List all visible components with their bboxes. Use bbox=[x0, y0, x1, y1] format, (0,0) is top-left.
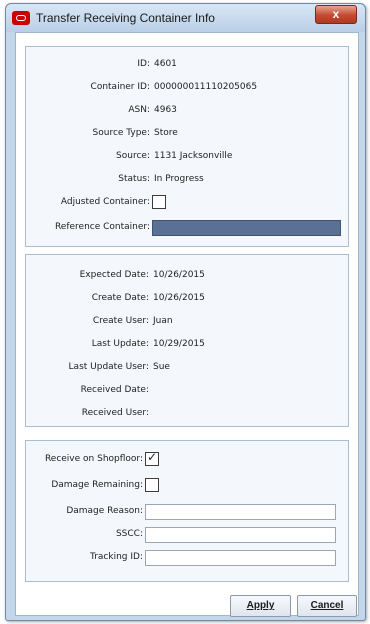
create-date-value: 10/26/2015 bbox=[153, 293, 205, 303]
last-update-row: Last Update: 10/29/2015 bbox=[26, 337, 348, 353]
received-date-label: Received Date: bbox=[80, 385, 149, 395]
sscc-label: SSCC: bbox=[115, 529, 143, 539]
adjusted-container-row: Adjusted Container: bbox=[26, 195, 348, 211]
status-value: In Progress bbox=[154, 174, 204, 184]
create-user-label: Create User: bbox=[92, 316, 149, 326]
receive-shopfloor-checkbox[interactable]: ✓ bbox=[145, 450, 159, 466]
checkmark-icon: ✓ bbox=[147, 450, 158, 464]
receive-shopfloor-label: Receive on Shopfloor: bbox=[44, 454, 143, 464]
adjusted-container-checkbox[interactable] bbox=[152, 195, 166, 209]
container-id-label: Container ID: bbox=[90, 82, 150, 92]
receiving-section: Receive on Shopfloor: ✓ Damage Remaining… bbox=[25, 440, 349, 582]
close-button[interactable]: x bbox=[315, 5, 357, 24]
container-details-section: ID: 4601 Container ID: 00000001111020506… bbox=[25, 46, 349, 247]
last-update-label: Last Update: bbox=[91, 339, 149, 349]
dialog-window: Transfer Receiving Container Info x ID: … bbox=[5, 3, 366, 621]
id-value: 4601 bbox=[154, 59, 177, 69]
apply-button[interactable]: Apply bbox=[230, 595, 291, 617]
damage-remaining-row: Damage Remaining: bbox=[26, 478, 348, 494]
create-user-row: Create User: Juan bbox=[26, 314, 348, 330]
last-update-user-value: Sue bbox=[153, 362, 170, 372]
source-label: Source: bbox=[116, 151, 150, 161]
reference-container-label: Reference Container: bbox=[54, 222, 150, 232]
received-date-row: Received Date: bbox=[26, 383, 348, 399]
source-type-label: Source Type: bbox=[92, 128, 150, 138]
last-update-value: 10/29/2015 bbox=[153, 339, 205, 349]
tracking-id-field[interactable] bbox=[145, 550, 336, 566]
damage-remaining-checkbox[interactable] bbox=[145, 478, 159, 492]
dates-section: Expected Date: 10/26/2015 Create Date: 1… bbox=[25, 254, 349, 427]
create-date-label: Create Date: bbox=[91, 293, 149, 303]
sscc-field[interactable] bbox=[145, 527, 336, 543]
damage-reason-row: Damage Reason: bbox=[26, 504, 348, 520]
asn-label: ASN: bbox=[128, 105, 150, 115]
id-label: ID: bbox=[137, 59, 150, 69]
source-type-row: Source Type: Store bbox=[26, 126, 348, 142]
last-update-user-label: Last Update User: bbox=[68, 362, 149, 372]
reference-container-row: Reference Container: bbox=[26, 220, 348, 236]
damage-reason-label: Damage Reason: bbox=[66, 506, 143, 516]
status-label: Status: bbox=[118, 174, 150, 184]
damage-reason-field[interactable] bbox=[145, 504, 336, 520]
reference-container-field[interactable] bbox=[152, 220, 341, 236]
window-title: Transfer Receiving Container Info bbox=[36, 11, 215, 25]
tracking-id-row: Tracking ID: bbox=[26, 550, 348, 566]
container-id-value: 000000011110205065 bbox=[154, 82, 258, 92]
received-user-row: Received User: bbox=[26, 406, 348, 422]
tracking-id-label: Tracking ID: bbox=[90, 552, 143, 562]
create-user-value: Juan bbox=[153, 316, 173, 326]
dialog-body: ID: 4601 Container ID: 00000001111020506… bbox=[15, 32, 359, 617]
cancel-button-label: Cancel bbox=[310, 600, 344, 611]
apply-button-label: Apply bbox=[246, 600, 275, 611]
create-date-row: Create Date: 10/26/2015 bbox=[26, 291, 348, 307]
last-update-user-row: Last Update User: Sue bbox=[26, 360, 348, 376]
asn-value: 4963 bbox=[154, 105, 177, 115]
id-row: ID: 4601 bbox=[26, 57, 348, 73]
sscc-row: SSCC: bbox=[26, 527, 348, 543]
oracle-app-icon bbox=[12, 11, 30, 25]
source-row: Source: 1131 Jacksonville bbox=[26, 149, 348, 165]
expected-date-value: 10/26/2015 bbox=[153, 270, 205, 280]
received-user-label: Received User: bbox=[81, 408, 149, 418]
damage-remaining-label: Damage Remaining: bbox=[51, 480, 143, 490]
source-value: 1131 Jacksonville bbox=[154, 151, 233, 161]
status-row: Status: In Progress bbox=[26, 172, 348, 188]
source-type-value: Store bbox=[154, 128, 178, 138]
expected-date-row: Expected Date: 10/26/2015 bbox=[26, 268, 348, 284]
container-id-row: Container ID: 000000011110205065 bbox=[26, 80, 348, 96]
receive-shopfloor-row: Receive on Shopfloor: ✓ bbox=[26, 450, 348, 468]
adjusted-container-label: Adjusted Container: bbox=[60, 197, 150, 207]
asn-row: ASN: 4963 bbox=[26, 103, 348, 119]
title-bar[interactable]: Transfer Receiving Container Info x bbox=[6, 4, 365, 32]
expected-date-label: Expected Date: bbox=[79, 270, 149, 280]
cancel-button[interactable]: Cancel bbox=[297, 595, 357, 617]
